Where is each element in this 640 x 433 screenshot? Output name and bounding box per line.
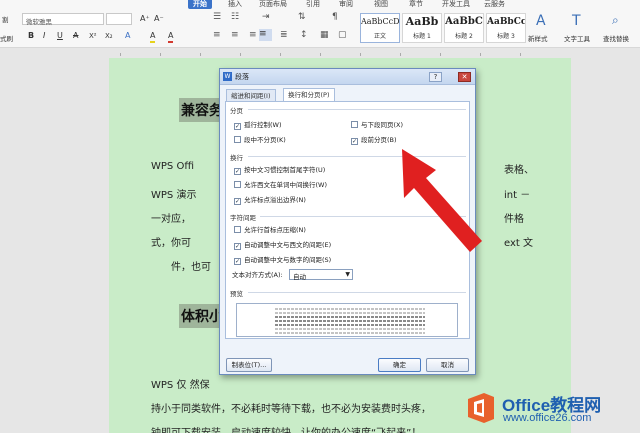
watermark: Office教程网 www.office26.com <box>464 385 634 431</box>
red-arrow-icon <box>402 149 482 252</box>
annotation-arrow <box>402 149 482 252</box>
watermark-url: www.office26.com <box>503 412 592 424</box>
office-logo-icon <box>468 393 494 423</box>
